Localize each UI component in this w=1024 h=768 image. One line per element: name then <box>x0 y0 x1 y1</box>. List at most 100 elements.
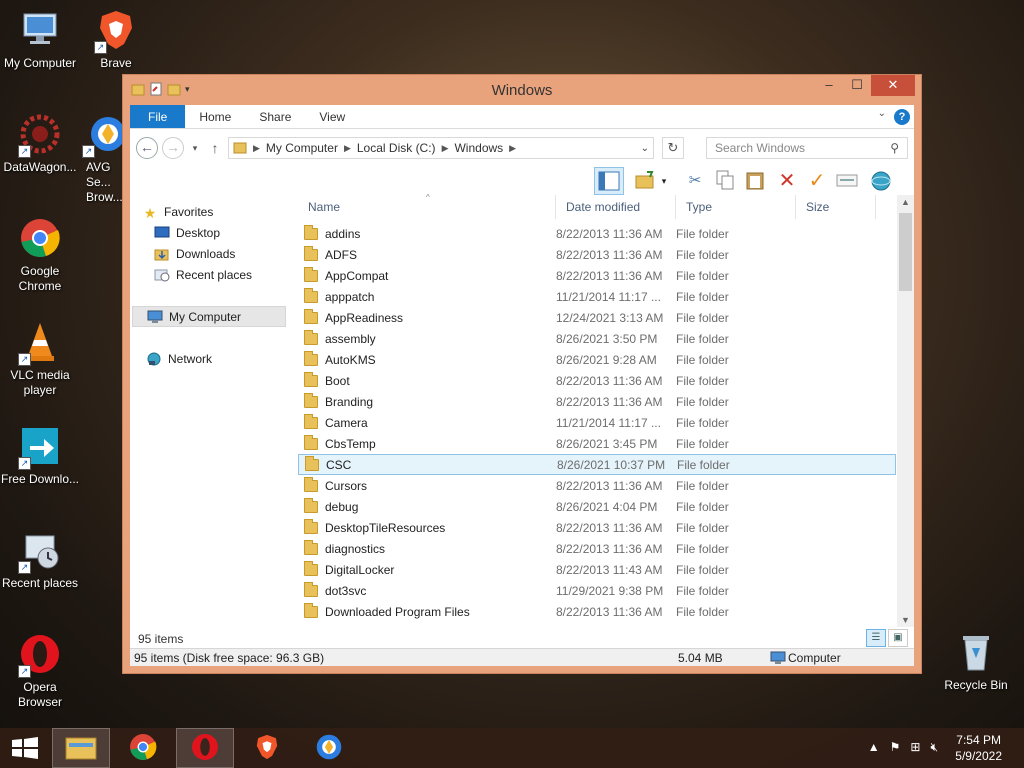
nav-my-computer[interactable]: My Computer <box>132 306 286 327</box>
taskbar: ▲ ⚑ ⊞ 🔇︎ 7:54 PM 5/9/2022 <box>0 728 1024 768</box>
breadcrumb-windows[interactable]: Windows <box>454 141 503 155</box>
column-header-size[interactable]: Size <box>796 195 876 219</box>
back-button[interactable]: ← <box>136 137 158 159</box>
desktop-icon-free-download[interactable]: ↗ Free Downlo... <box>0 424 80 487</box>
file-name-cell: Cursors <box>298 476 556 493</box>
tab-file[interactable]: File <box>130 105 186 128</box>
file-row[interactable]: Boot 8/22/2013 11:36 AM File folder <box>298 370 896 391</box>
file-row[interactable]: CbsTemp 8/26/2021 3:45 PM File folder <box>298 433 896 454</box>
tab-share[interactable]: Share <box>245 105 305 128</box>
minimize-button[interactable]: – <box>815 75 843 96</box>
taskbar-brave[interactable] <box>238 728 296 768</box>
large-icons-view-icon[interactable]: ▣ <box>888 629 908 647</box>
desktop-icon-opera[interactable]: ↗ Opera Browser <box>0 632 80 710</box>
details-view-icon[interactable]: ☰ <box>866 629 886 647</box>
clock[interactable]: 7:54 PM 5/9/2022 <box>955 732 1002 764</box>
breadcrumb-separator-icon[interactable]: ▶ <box>509 143 516 154</box>
breadcrumb-my-computer[interactable]: My Computer <box>266 141 338 155</box>
paste-icon[interactable] <box>744 170 766 192</box>
breadcrumb-local-disk[interactable]: Local Disk (C:) <box>357 141 436 155</box>
refresh-button[interactable]: ↻ <box>662 137 684 159</box>
breadcrumb-separator-icon[interactable]: ▶ <box>253 143 260 154</box>
nav-label: Favorites <box>164 204 214 219</box>
nav-desktop[interactable]: Desktop <box>130 222 298 243</box>
vertical-scrollbar[interactable]: ▲ ▼ <box>897 195 914 627</box>
breadcrumb-separator-icon[interactable]: ▶ <box>442 143 449 154</box>
file-row[interactable]: Branding 8/22/2013 11:36 AM File folder <box>298 391 896 412</box>
desktop-icon-my-computer[interactable]: My Computer <box>0 8 80 71</box>
rename-icon[interactable]: ✓ <box>806 170 828 192</box>
nav-recent-places[interactable]: Recent places <box>130 264 298 285</box>
scroll-down-icon[interactable]: ▼ <box>897 615 914 625</box>
search-input[interactable]: Search Windows ⚲ <box>706 137 908 159</box>
file-row[interactable]: DigitalLocker 8/22/2013 11:43 AM File fold… <box>298 559 896 580</box>
file-row[interactable]: apppatch 11/21/2014 11:17 ... File folder <box>298 286 896 307</box>
file-row[interactable]: diagnostics 8/22/2013 11:36 AM File folder <box>298 538 896 559</box>
file-row[interactable]: AppReadiness 12/24/2021 3:13 AM File folde… <box>298 307 896 328</box>
desktop-icon-recycle-bin[interactable]: Recycle Bin <box>936 630 1016 693</box>
file-name-cell: AppReadiness <box>298 308 556 325</box>
volume-muted-icon[interactable]: 🔇︎ <box>930 740 938 755</box>
forward-button[interactable]: → <box>162 137 184 159</box>
file-row[interactable]: ADFS 8/22/2013 11:36 AM File folder <box>298 244 896 265</box>
column-header-type[interactable]: Type <box>676 195 796 219</box>
file-row[interactable]: debug 8/26/2021 4:04 PM File folder <box>298 496 896 517</box>
start-button[interactable] <box>0 728 50 768</box>
copy-icon[interactable] <box>714 170 736 192</box>
file-name-cell: AutoKMS <box>298 350 556 367</box>
file-row[interactable]: AutoKMS 8/26/2021 9:28 AM File folder <box>298 349 896 370</box>
tab-view[interactable]: View <box>305 105 359 128</box>
address-dropdown-icon[interactable]: ⌄ <box>641 143 649 154</box>
file-row[interactable]: Camera 11/21/2014 11:17 ... File folder <box>298 412 896 433</box>
maximize-button[interactable]: ☐ <box>843 75 871 96</box>
properties-icon[interactable] <box>836 170 858 192</box>
file-row[interactable]: Cursors 8/22/2013 11:36 AM File folder <box>298 475 896 496</box>
network-globe-icon[interactable] <box>870 170 892 192</box>
desktop-icon-google-chrome[interactable]: Google Chrome <box>0 216 80 294</box>
breadcrumb-separator-icon[interactable]: ▶ <box>344 143 351 154</box>
desktop-icon-recent-places[interactable]: ↗ Recent places <box>0 528 80 591</box>
column-header-date[interactable]: Date modified <box>556 195 676 219</box>
desktop-icon-brave[interactable]: ↗ Brave <box>76 8 156 71</box>
up-button[interactable]: ↑ <box>206 140 224 156</box>
new-folder-icon[interactable] <box>634 170 656 192</box>
file-row[interactable]: Downloaded Program Files 8/22/2013 11:36 … <box>298 601 896 622</box>
help-icon[interactable]: ? <box>894 109 910 125</box>
expand-ribbon-icon[interactable]: ⌄ <box>878 108 886 119</box>
file-row[interactable]: addins 8/22/2013 11:36 AM File folder <box>298 223 896 244</box>
nav-network[interactable]: Network <box>130 348 298 369</box>
nav-favorites[interactable]: ★ Favorites <box>130 201 298 222</box>
address-bar[interactable]: ▶ My Computer ▶ Local Disk (C:) ▶ Window… <box>228 137 654 159</box>
close-button[interactable]: ✕ <box>871 75 915 96</box>
file-row[interactable]: CSC 8/26/2021 10:37 PM File folder <box>298 454 896 475</box>
new-folder-dropdown-icon[interactable]: ▾ <box>658 170 670 192</box>
file-type: File folder <box>676 415 729 430</box>
cut-icon[interactable]: ✂ <box>684 170 706 192</box>
brave-icon: ↗ <box>94 8 138 54</box>
delete-icon[interactable]: ✕ <box>776 170 798 192</box>
taskbar-opera[interactable] <box>176 728 234 768</box>
desktop-icon-vlc[interactable]: ↗ VLC media player <box>0 320 80 398</box>
file-type: File folder <box>676 520 729 535</box>
file-row[interactable]: dot3svc 11/29/2021 9:38 PM File folder <box>298 580 896 601</box>
file-row[interactable]: DesktopTileResources 8/22/2013 11:36 AM Fi… <box>298 517 896 538</box>
file-date: 8/22/2013 11:36 AM <box>556 541 663 556</box>
file-row[interactable]: AppCompat 8/22/2013 11:36 AM File folder <box>298 265 896 286</box>
folder-icon <box>304 581 318 597</box>
desktop-icon-datawagon[interactable]: ↗ DataWagon... <box>0 112 80 175</box>
show-hidden-icons-icon[interactable]: ▲ <box>868 740 880 755</box>
scrollbar-thumb[interactable] <box>899 213 912 291</box>
tab-home[interactable]: Home <box>185 105 245 128</box>
taskbar-chrome[interactable] <box>114 728 172 768</box>
network-status-icon[interactable]: ⊞ <box>910 740 920 755</box>
taskbar-file-explorer[interactable] <box>52 728 110 768</box>
nav-downloads[interactable]: Downloads <box>130 243 298 264</box>
recent-locations-icon[interactable]: ▾ <box>188 143 202 154</box>
taskbar-avg-browser[interactable] <box>300 728 358 768</box>
title-bar[interactable]: ▾ Windows – ☐ ✕ <box>123 75 921 105</box>
preview-pane-icon[interactable] <box>594 167 624 195</box>
scroll-up-icon[interactable]: ▲ <box>897 197 914 207</box>
nav-label: Downloads <box>176 246 236 261</box>
file-row[interactable]: assembly 8/26/2021 3:50 PM File folder <box>298 328 896 349</box>
action-center-flag-icon[interactable]: ⚑ <box>890 740 901 755</box>
